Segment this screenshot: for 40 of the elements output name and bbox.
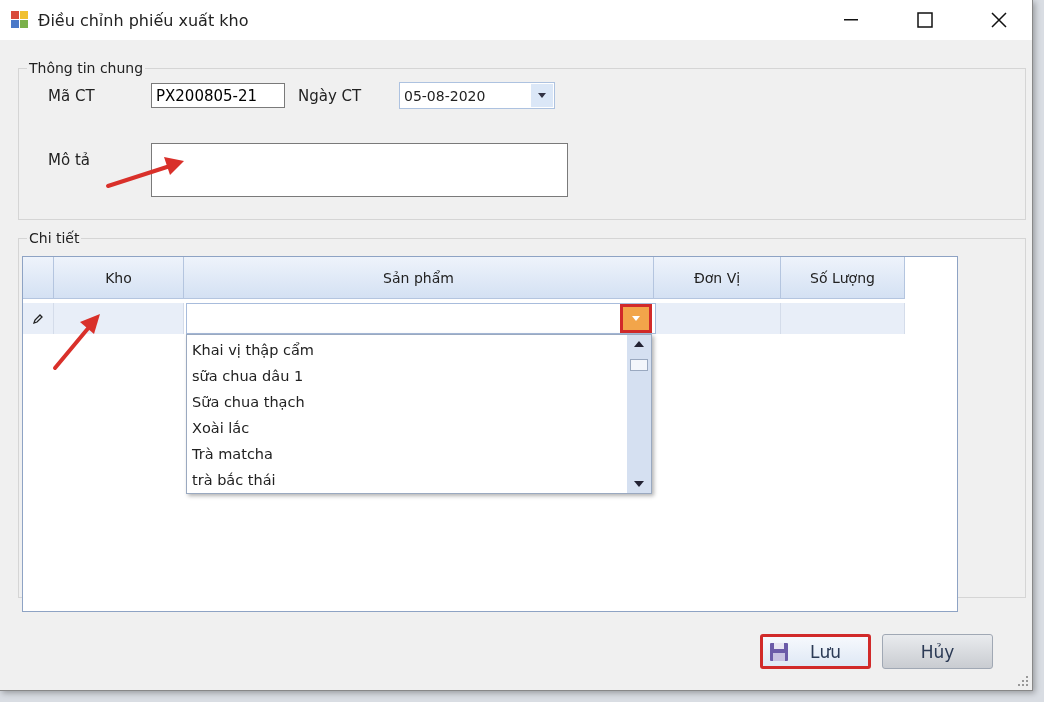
caret-icon xyxy=(538,93,546,98)
dropdown-button[interactable] xyxy=(531,84,553,107)
window-title: Điều chỉnh phiếu xuất kho xyxy=(38,10,250,30)
field-label: Mô tả xyxy=(48,151,90,169)
list-option[interactable]: trà bắc thái xyxy=(192,467,622,493)
save-button[interactable]: Lưu xyxy=(760,634,871,669)
list-option[interactable]: Sữa chua thạch xyxy=(192,389,622,415)
date-picker[interactable]: 05-08-2020 xyxy=(399,82,555,109)
product-combo-field[interactable] xyxy=(186,303,656,334)
list-option[interactable]: Khai vị thập cẩm xyxy=(192,337,622,363)
column-header[interactable]: Đơn Vị xyxy=(654,257,781,299)
field-label: Ngày CT xyxy=(298,86,362,105)
table-cell[interactable] xyxy=(781,303,905,334)
list-option[interactable]: Xoài lắc xyxy=(192,415,622,441)
list-option[interactable]: Trà matcha xyxy=(192,441,622,467)
date-value: 05-08-2020 xyxy=(404,87,486,104)
table-cell[interactable] xyxy=(54,303,184,334)
group-title: Chi tiết xyxy=(28,230,81,246)
description-field[interactable] xyxy=(151,143,568,197)
resize-grip-icon[interactable] xyxy=(1018,676,1028,686)
column-header[interactable]: Sản phẩm xyxy=(184,257,654,299)
caret-icon xyxy=(632,316,640,321)
close-icon xyxy=(991,12,1007,28)
column-header[interactable]: Kho xyxy=(54,257,184,299)
group-title: Thông tin chung xyxy=(28,60,145,76)
field-label: Mã CT xyxy=(48,86,95,105)
scroll-thumb[interactable] xyxy=(630,359,648,371)
code-field[interactable]: PX200805-21 xyxy=(151,83,285,108)
list-option[interactable]: sữa chua dâu 1 xyxy=(192,363,622,389)
minimize-icon xyxy=(844,19,858,21)
table-cell[interactable] xyxy=(654,303,781,334)
scroll-down-icon xyxy=(634,481,644,487)
cancel-button[interactable]: Hủy xyxy=(882,634,993,669)
scrollbar[interactable] xyxy=(627,335,651,493)
maximize-icon xyxy=(917,12,933,28)
app-icon xyxy=(10,10,30,30)
pencil-icon xyxy=(32,312,44,325)
scroll-up-icon xyxy=(634,341,644,347)
annotation-arrow xyxy=(53,314,100,370)
column-header[interactable]: Số Lượng xyxy=(781,257,905,299)
